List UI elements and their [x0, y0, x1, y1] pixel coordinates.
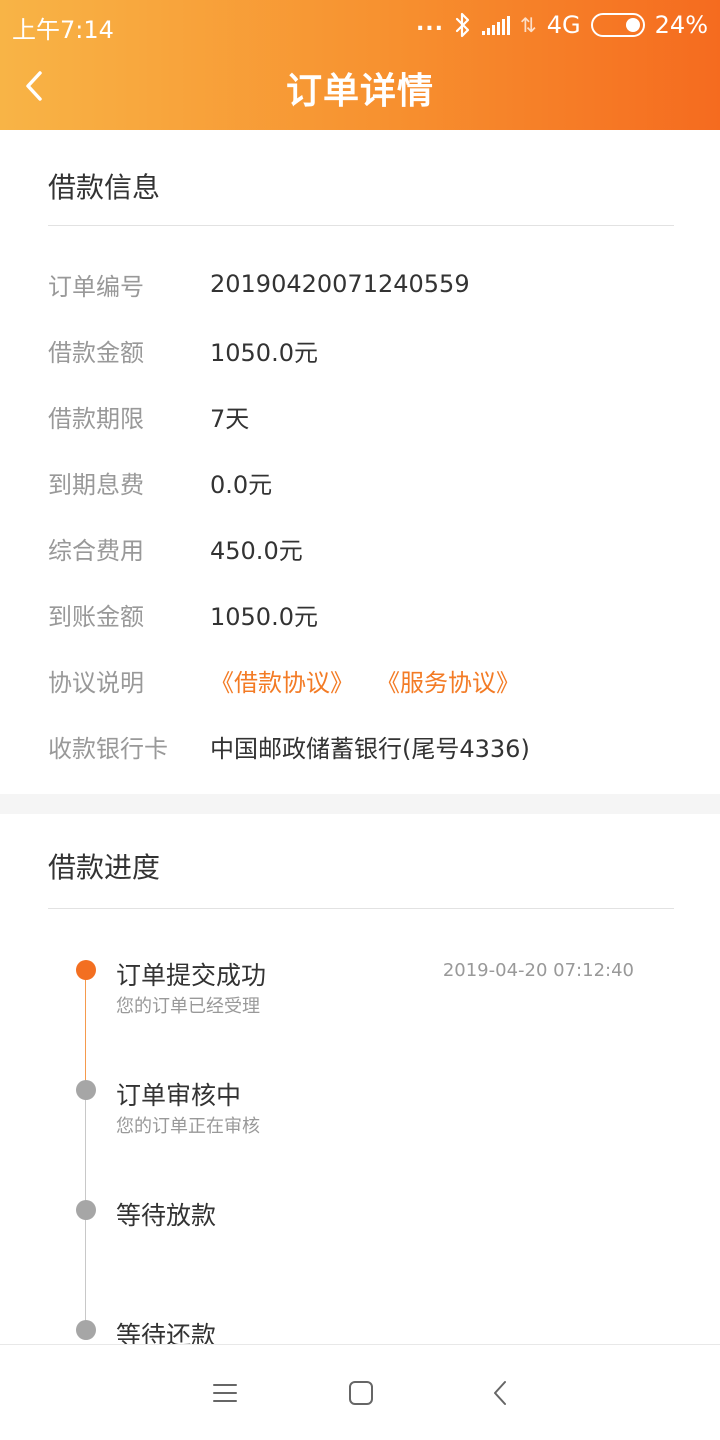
info-label: 借款期限	[48, 404, 144, 433]
step-title: 等待放款	[116, 1201, 217, 1230]
loan-info-title: 借款信息	[48, 171, 161, 204]
info-value: 450.0元	[210, 536, 303, 565]
loan-progress-title: 借款进度	[48, 851, 161, 884]
loan-progress-card: 借款进度 订单提交成功 您的订单已经受理 2019-04-20 07:12:40…	[0, 814, 720, 1344]
info-value: 7天	[210, 404, 250, 433]
status-icons: ... ⇅ 4G 24%	[416, 8, 708, 42]
loan-info-card: 借款信息 订单编号 20190420071240559 借款金额 1050.0元…	[0, 130, 720, 794]
step-title: 订单审核中	[116, 1081, 242, 1110]
info-row-interest: 到期息费 0.0元	[48, 462, 272, 502]
step-dot-active	[76, 960, 96, 980]
info-label: 借款金额	[48, 338, 144, 367]
system-nav-bar	[0, 1344, 720, 1440]
app-header: 上午7:14 ... ⇅ 4G 24% 订单详情	[0, 0, 720, 130]
battery-percent: 24%	[654, 11, 708, 39]
info-label: 订单编号	[48, 272, 144, 301]
info-row-order-number: 订单编号 20190420071240559	[48, 264, 470, 304]
info-value: 中国邮政储蓄银行(尾号4336)	[210, 734, 530, 763]
back-arrow-icon	[494, 1381, 506, 1405]
home-square-icon	[349, 1381, 373, 1405]
step-title: 等待还款	[116, 1321, 217, 1344]
signal-icon	[482, 15, 511, 35]
info-value: 0.0元	[210, 470, 273, 499]
info-label: 综合费用	[48, 536, 144, 565]
info-row-received-amount: 到账金额 1050.0元	[48, 594, 318, 634]
step-time: 2019-04-20 07:12:40	[442, 960, 634, 981]
info-label: 收款银行卡	[48, 734, 168, 763]
info-row-bank-card: 收款银行卡 中国邮政储蓄银行(尾号4336)	[48, 726, 530, 766]
bluetooth-icon	[455, 12, 470, 38]
menu-icon	[213, 1384, 237, 1402]
info-label: 到账金额	[48, 602, 144, 631]
step-dot	[76, 1320, 96, 1340]
loan-agreement-link[interactable]: 《借款协议》	[210, 663, 354, 698]
info-row-loan-amount: 借款金额 1050.0元	[48, 330, 318, 370]
step-description: 您的订单正在审核	[116, 1116, 260, 1137]
info-value: 20190420071240559	[210, 270, 470, 298]
info-row-fees: 综合费用 450.0元	[48, 528, 303, 568]
divider	[48, 908, 674, 909]
more-dots-icon: ...	[415, 10, 445, 36]
step-dot	[76, 1080, 96, 1100]
menu-button[interactable]	[205, 1373, 245, 1413]
step-description: 您的订单已经受理	[116, 996, 260, 1017]
home-button[interactable]	[341, 1373, 381, 1413]
system-back-button[interactable]	[480, 1373, 520, 1413]
info-row-agreements: 协议说明 《借款协议》 《服务协议》	[48, 660, 542, 700]
service-agreement-link[interactable]: 《服务协议》	[376, 663, 520, 698]
status-bar: 上午7:14 ... ⇅ 4G 24%	[0, 0, 720, 50]
info-label: 到期息费	[48, 470, 144, 499]
info-value: 1050.0元	[210, 602, 318, 631]
step-dot	[76, 1200, 96, 1220]
info-row-loan-term: 借款期限 7天	[48, 396, 249, 436]
divider	[48, 225, 674, 226]
info-value: 1050.0元	[210, 338, 318, 367]
network-type: 4G	[546, 11, 581, 39]
info-label: 协议说明	[48, 668, 144, 697]
step-title: 订单提交成功	[116, 961, 267, 990]
page-title: 订单详情	[285, 71, 434, 112]
data-arrows-icon: ⇅	[520, 13, 537, 37]
battery-icon	[590, 13, 645, 37]
timeline-line-active	[85, 969, 86, 1089]
status-time: 上午7:14	[12, 16, 114, 44]
